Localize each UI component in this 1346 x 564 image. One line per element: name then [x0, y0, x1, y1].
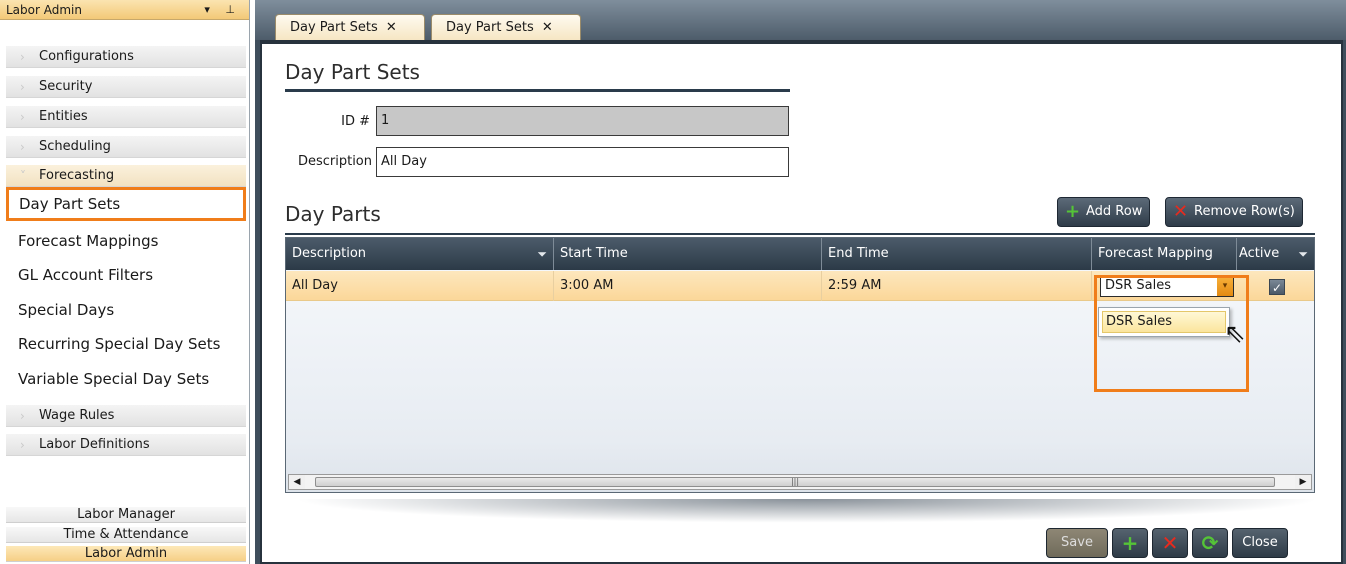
day-parts-title: Day Parts [285, 202, 381, 226]
chevron-right-icon: › [20, 409, 25, 423]
description-field[interactable]: All Day [376, 147, 789, 177]
save-button[interactable]: Save [1046, 528, 1108, 558]
refresh-icon: ⟳ [1201, 531, 1219, 555]
horizontal-scrollbar[interactable]: ◀ ||| ▶ [288, 474, 1312, 490]
chevron-right-icon: › [20, 438, 25, 452]
tab-day-part-sets-2[interactable]: Day Part Sets ✕ [431, 14, 581, 40]
sidebar-item-label: Variable Special Day Sets [18, 370, 210, 388]
page-title: Day Part Sets [285, 60, 420, 84]
refresh-button[interactable]: ⟳ [1192, 528, 1228, 558]
sidebar-item-label: Recurring Special Day Sets [18, 335, 221, 353]
sidebar-item-forecast-mappings[interactable]: Forecast Mappings [8, 224, 246, 258]
sidebar-header: Labor Admin ▾ ⊥ [0, 0, 249, 20]
sidebar-group-label: Entities [39, 109, 88, 124]
remove-rows-button[interactable]: ✕ Remove Row(s) [1165, 197, 1303, 227]
chevron-right-icon: › [20, 80, 25, 94]
filter-icon[interactable]: ⏷ [1298, 238, 1308, 270]
module-labor-admin[interactable]: Labor Admin [6, 546, 246, 562]
chevron-down-icon: ˅ [20, 169, 26, 183]
sidebar-item-day-part-sets[interactable]: Day Part Sets [6, 187, 246, 221]
tab-day-part-sets-1[interactable]: Day Part Sets ✕ [275, 14, 425, 40]
grid-header: Description ⏷ Start Time End Time Foreca… [286, 238, 1314, 270]
chevron-right-icon: › [20, 140, 25, 154]
remove-rows-label: Remove Row(s) [1194, 204, 1295, 219]
sidebar-group-label: Configurations [39, 49, 134, 64]
sidebar-group-configurations[interactable]: › Configurations [6, 46, 246, 68]
sidebar-item-label: Special Days [18, 301, 115, 319]
column-header-active[interactable]: Active ⏷ [1237, 238, 1314, 270]
sidebar-item-variable-special-day-sets[interactable]: Variable Special Day Sets [8, 362, 246, 396]
content-area: Day Part Sets ID # 1 Description All Day… [260, 40, 1343, 564]
module-label: Labor Manager [77, 507, 175, 522]
sidebar-group-label: Wage Rules [39, 408, 115, 423]
chevron-right-icon: › [20, 50, 25, 64]
sidebar: Labor Admin ▾ ⊥ › Configurations › Secur… [0, 0, 250, 564]
day-parts-divider [285, 233, 1315, 235]
cell-description[interactable]: All Day [286, 271, 554, 301]
title-divider [285, 89, 790, 92]
id-label: ID # [341, 114, 370, 129]
sidebar-group-scheduling[interactable]: › Scheduling [6, 136, 246, 158]
pin-icon[interactable]: ▾ ⊥ [204, 0, 241, 20]
module-time-attendance[interactable]: Time & Attendance [6, 527, 246, 543]
sidebar-group-forecasting[interactable]: ˅ Forecasting [6, 165, 246, 187]
sidebar-group-wage-rules[interactable]: › Wage Rules [6, 405, 246, 427]
add-button[interactable]: + [1112, 528, 1148, 558]
sidebar-item-recurring-special-day-sets[interactable]: Recurring Special Day Sets [8, 327, 246, 361]
filter-icon[interactable]: ⏷ [537, 238, 547, 270]
main-panel: Day Part Sets ✕ Day Part Sets ✕ Day Part… [255, 0, 1346, 564]
plus-icon: + [1121, 531, 1139, 555]
sidebar-item-label: Day Part Sets [19, 195, 121, 213]
chevron-right-icon: › [20, 110, 25, 124]
sidebar-item-special-days[interactable]: Special Days [8, 293, 246, 327]
scroll-left-icon[interactable]: ◀ [289, 475, 305, 489]
column-header-start-time[interactable]: Start Time [554, 238, 822, 270]
column-header-description[interactable]: Description ⏷ [286, 238, 554, 270]
sidebar-group-security[interactable]: › Security [6, 76, 246, 98]
panel-shadow [292, 499, 1322, 523]
sidebar-group-label: Forecasting [39, 168, 115, 183]
forecast-mapping-highlight [1094, 275, 1249, 392]
description-label: Description [297, 154, 372, 169]
delete-button[interactable]: ✕ [1152, 528, 1188, 558]
close-icon[interactable]: ✕ [542, 20, 553, 35]
plus-icon: + [1065, 201, 1081, 222]
tab-strip: Day Part Sets ✕ Day Part Sets ✕ [255, 0, 1346, 40]
sidebar-title: Labor Admin [6, 3, 82, 17]
active-checkbox[interactable]: ✓ [1269, 279, 1285, 295]
tab-label: Day Part Sets [290, 20, 378, 35]
day-parts-grid: Description ⏷ Start Time End Time Foreca… [285, 237, 1315, 493]
sidebar-item-gl-account-filters[interactable]: GL Account Filters [8, 258, 246, 292]
scroll-right-icon[interactable]: ▶ [1295, 475, 1311, 489]
close-button[interactable]: Close [1232, 528, 1288, 558]
sidebar-group-label: Labor Definitions [39, 437, 150, 452]
tab-label: Day Part Sets [446, 20, 534, 35]
module-label: Time & Attendance [63, 527, 189, 542]
column-header-forecast-mapping[interactable]: Forecast Mapping [1092, 238, 1237, 270]
cell-end-time[interactable]: 2:59 AM [822, 271, 1092, 301]
sidebar-item-label: Forecast Mappings [18, 232, 159, 250]
delete-icon: ✕ [1161, 531, 1179, 555]
sidebar-group-entities[interactable]: › Entities [6, 106, 246, 128]
sidebar-group-labor-definitions[interactable]: › Labor Definitions [6, 434, 246, 456]
module-label: Labor Admin [84, 546, 168, 561]
delete-icon: ✕ [1173, 201, 1189, 222]
sidebar-group-label: Scheduling [39, 139, 111, 154]
add-row-button[interactable]: + Add Row [1057, 197, 1151, 227]
module-labor-manager[interactable]: Labor Manager [6, 507, 246, 523]
add-row-label: Add Row [1086, 204, 1143, 219]
sidebar-group-label: Security [39, 79, 93, 94]
column-header-end-time[interactable]: End Time [822, 238, 1092, 270]
id-field: 1 [376, 106, 789, 136]
close-icon[interactable]: ✕ [386, 20, 397, 35]
scrollbar-thumb[interactable]: ||| [315, 477, 1275, 487]
sidebar-item-label: GL Account Filters [18, 266, 154, 284]
cell-start-time[interactable]: 3:00 AM [554, 271, 822, 301]
